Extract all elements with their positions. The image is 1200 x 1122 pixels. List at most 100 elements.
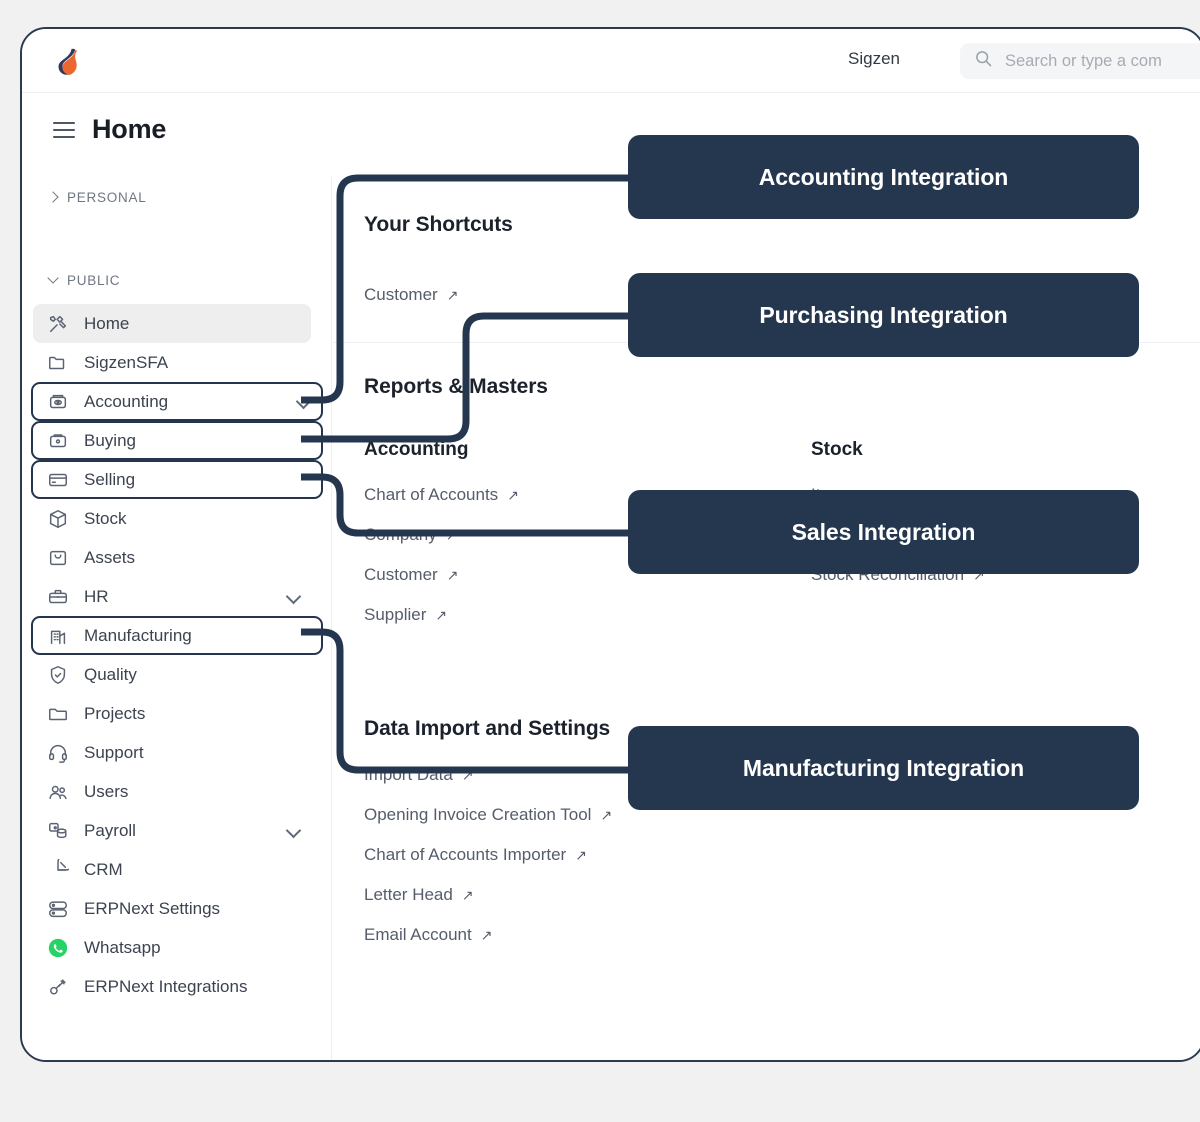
external-link-icon: ↗	[435, 608, 447, 622]
sidebar-group-personal[interactable]: PERSONAL	[22, 183, 331, 211]
sidebar-item-quality[interactable]: Quality	[33, 655, 311, 694]
sidebar-group-label: PERSONAL	[67, 190, 147, 205]
sidebar-item-users[interactable]: Users	[33, 772, 311, 811]
sidebar-item-buying[interactable]: Buying	[31, 421, 323, 460]
sidebar-item-label: Support	[84, 743, 144, 763]
import-link[interactable]: Letter Head ↗	[364, 885, 824, 905]
external-link-icon: ↗	[446, 528, 458, 542]
headset-icon	[46, 741, 70, 765]
link-label: Customer	[364, 285, 438, 305]
import-link[interactable]: Email Account↗	[364, 925, 824, 945]
sidebar-item-accounting[interactable]: Accounting	[31, 382, 323, 421]
sidebar-item-home[interactable]: Home	[33, 304, 311, 343]
top-bar: Sigzen	[22, 29, 1200, 93]
sidebar-item-label: ERPNext Settings	[84, 899, 220, 919]
sidebar-group-public[interactable]: PUBLIC	[22, 266, 331, 294]
chevron-down-icon[interactable]	[287, 825, 299, 837]
sidebar-item-label: Manufacturing	[84, 626, 192, 646]
sidebar-item-label: Projects	[84, 704, 145, 724]
sidebar-item-label: Selling	[84, 470, 135, 490]
external-link-icon: ↗	[447, 288, 459, 302]
search-box[interactable]	[960, 43, 1200, 79]
sidebar: PERSONAL PUBLIC Home SigzenSFA Accounting B…	[22, 177, 332, 1062]
folder-open-icon	[46, 702, 70, 726]
sidebar-item-erpnext-integrations[interactable]: ERPNext Integrations	[33, 967, 311, 1006]
sidebar-item-crm[interactable]: CRM	[33, 850, 311, 889]
reports-title: Reports & Masters	[364, 375, 548, 399]
callout-manufacturing-integration[interactable]: Manufacturing Integration	[628, 726, 1139, 810]
pie-chart-icon	[46, 858, 70, 882]
sidebar-item-erpnext-settings[interactable]: ERPNext Settings	[33, 889, 311, 928]
briefcase-icon	[46, 585, 70, 609]
callout-label: Purchasing Integration	[759, 302, 1007, 329]
link-label: Chart of Accounts Importer	[364, 845, 566, 865]
sidebar-item-label: Assets	[84, 548, 135, 568]
sidebar-item-selling[interactable]: Selling	[31, 460, 323, 499]
callout-purchasing-integration[interactable]: Purchasing Integration	[628, 273, 1139, 357]
chevron-down-icon[interactable]	[287, 591, 299, 603]
chevron-right-icon	[48, 192, 58, 202]
link-label: Supplier	[364, 605, 426, 625]
callout-accounting-integration[interactable]: Accounting Integration	[628, 135, 1139, 219]
callout-label: Manufacturing Integration	[743, 755, 1024, 782]
sidebar-item-label: Stock	[84, 509, 127, 529]
sidebar-item-label: ERPNext Integrations	[84, 977, 247, 997]
external-link-icon: ↗	[507, 488, 519, 502]
sidebar-item-list: Home SigzenSFA Accounting Buying Selling Stoc…	[22, 304, 331, 1006]
sidebar-item-sigzensfa[interactable]: SigzenSFA	[33, 343, 311, 382]
org-name[interactable]: Sigzen	[848, 49, 900, 69]
sidebar-item-label: Quality	[84, 665, 137, 685]
sidebar-item-label: SigzenSFA	[84, 353, 168, 373]
link-label: Customer	[364, 565, 438, 585]
shortcut-link[interactable]: Customer ↗	[364, 285, 646, 305]
column-heading: Stock	[811, 439, 1200, 461]
basket-icon	[46, 429, 70, 453]
ledger-icon	[46, 390, 70, 414]
sidebar-item-label: HR	[84, 587, 109, 607]
import-link[interactable]: Chart of Accounts Importer ↗	[364, 845, 824, 865]
sidebar-item-hr[interactable]: HR	[33, 577, 311, 616]
external-link-icon: ↗	[462, 768, 474, 782]
external-link-icon: ↗	[462, 888, 474, 902]
sidebar-item-stock[interactable]: Stock	[33, 499, 311, 538]
sidebar-item-manufacturing[interactable]: Manufacturing	[31, 616, 323, 655]
sidebar-item-projects[interactable]: Projects	[33, 694, 311, 733]
search-input[interactable]	[1005, 52, 1200, 71]
sigzen-logo[interactable]	[49, 44, 85, 80]
external-link-icon: ↗	[600, 808, 612, 822]
link-label: Company	[364, 525, 437, 545]
tools-icon	[46, 312, 70, 336]
sidebar-item-label: Home	[84, 314, 129, 334]
folder-icon	[46, 351, 70, 375]
callout-label: Accounting Integration	[759, 164, 1009, 191]
sidebar-item-label: Users	[84, 782, 128, 802]
external-link-icon: ↗	[575, 848, 587, 862]
shield-check-icon	[46, 663, 70, 687]
sidebar-item-label: Payroll	[84, 821, 136, 841]
sidebar-item-assets[interactable]: Assets	[33, 538, 311, 577]
report-link[interactable]: Supplier ↗	[364, 605, 784, 625]
server-icon	[46, 897, 70, 921]
link-label: Chart of Accounts	[364, 485, 498, 505]
link-label: Letter Head	[364, 885, 453, 905]
hamburger-icon[interactable]	[53, 122, 75, 138]
bag-icon	[46, 546, 70, 570]
page-title: Home	[92, 114, 166, 145]
callout-sales-integration[interactable]: Sales Integration	[628, 490, 1139, 574]
sidebar-item-payroll[interactable]: Payroll	[33, 811, 311, 850]
link-label: Opening Invoice Creation Tool	[364, 805, 591, 825]
external-link-icon: ↗	[447, 568, 459, 582]
chevron-down-icon[interactable]	[297, 396, 309, 408]
page-header: Home	[53, 114, 166, 145]
users-icon	[46, 780, 70, 804]
factory-icon	[46, 624, 70, 648]
sidebar-item-whatsapp[interactable]: Whatsapp	[33, 928, 311, 967]
sidebar-item-support[interactable]: Support	[33, 733, 311, 772]
external-link-icon: ↗	[481, 928, 493, 942]
sidebar-item-label: Accounting	[84, 392, 168, 412]
card-icon	[46, 468, 70, 492]
sidebar-item-label: CRM	[84, 860, 123, 880]
plug-icon	[46, 975, 70, 999]
whatsapp-icon	[46, 936, 70, 960]
column-heading: Accounting	[364, 439, 784, 461]
